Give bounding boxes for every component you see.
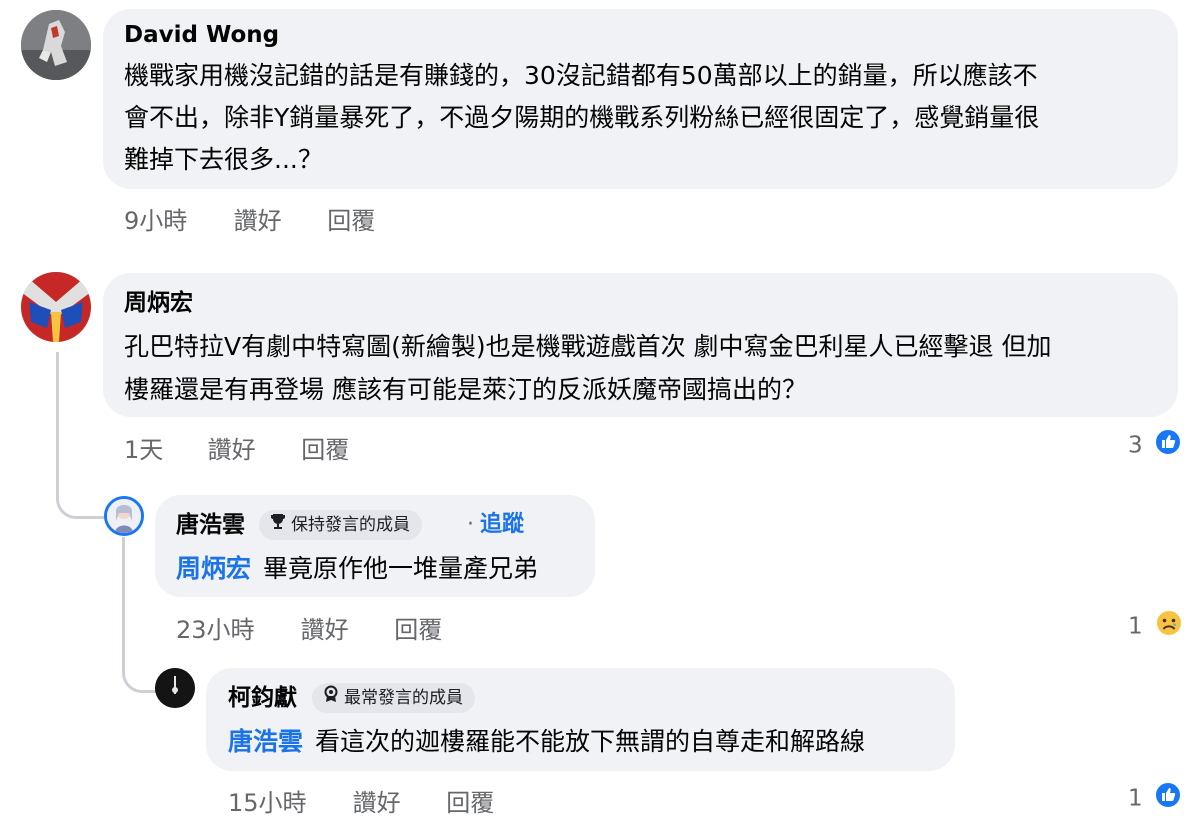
reply-meta: 23小時 讚好 回覆 [176, 615, 442, 645]
reply-author[interactable]: 柯鈞獻 [228, 683, 297, 713]
avatar[interactable] [21, 10, 91, 80]
like-button[interactable]: 讚好 [234, 206, 320, 236]
reply-button[interactable]: 回覆 [394, 615, 442, 645]
reply-button[interactable]: 回覆 [327, 206, 375, 236]
reaction-summary[interactable]: 1 [1128, 781, 1182, 817]
sad-icon [1154, 608, 1184, 646]
mention-link[interactable]: 唐浩雲 [228, 727, 303, 756]
comment-text-line: 樓羅還是有再登場 應該有可能是萊汀的反派妖魔帝國搞出的？ [124, 375, 807, 404]
comment-time[interactable]: 15小時 [228, 788, 345, 818]
separator-dot: · [467, 512, 474, 537]
comment-text-line: 難掉下去很多...？ [124, 145, 323, 174]
reply-text: 唐浩雲 看這次的迦樓羅能不能放下無謂的自尊走和解路線 [228, 727, 866, 756]
thread-line-1 [56, 352, 109, 519]
reaction-summary[interactable]: 3 [1128, 428, 1182, 464]
reaction-count: 1 [1128, 785, 1143, 812]
reply-author[interactable]: 唐浩雲 [176, 510, 245, 540]
member-badge[interactable]: 最常發言的成員 [312, 683, 475, 713]
comment-time[interactable]: 9小時 [124, 206, 226, 236]
reaction-count: 3 [1128, 432, 1143, 459]
like-icon [1153, 428, 1182, 464]
comment-author[interactable]: David Wong [124, 20, 279, 50]
avatar[interactable] [104, 496, 144, 536]
thread-line-2 [122, 537, 157, 693]
like-button[interactable]: 讚好 [208, 435, 294, 465]
like-button[interactable]: 讚好 [353, 788, 439, 818]
comment-author[interactable]: 周炳宏 [124, 288, 193, 318]
member-badge[interactable]: 保持發言的成員 [259, 510, 422, 540]
avatar[interactable] [155, 668, 195, 708]
reply-text: 周炳宏 畢竟原作他一堆量產兄弟 [176, 554, 539, 583]
reaction-summary[interactable]: 1 [1128, 608, 1184, 646]
reply-button[interactable]: 回覆 [301, 435, 349, 465]
like-button[interactable]: 讚好 [301, 615, 387, 645]
comment-meta: 9小時 讚好 回覆 [124, 206, 375, 236]
follow-button[interactable]: · 追蹤 [467, 510, 524, 540]
comment-time[interactable]: 23小時 [176, 615, 293, 645]
reply-button[interactable]: 回覆 [446, 788, 494, 818]
reply-meta: 15小時 讚好 回覆 [228, 788, 494, 818]
like-icon [1153, 781, 1182, 817]
mention-link[interactable]: 周炳宏 [176, 554, 251, 583]
trophy-icon [269, 510, 287, 540]
avatar[interactable] [21, 272, 91, 342]
comment-text-line: 會不出，除非Y銷量暴死了，不過夕陽期的機戰系列粉絲已經很固定了，感覺銷量很 [124, 103, 1040, 132]
medal-icon [322, 683, 340, 713]
reaction-count: 1 [1128, 613, 1143, 640]
comment-meta: 1天 讚好 回覆 [124, 435, 349, 465]
comment-text-line: 孔巴特拉V有劇中特寫圖(新繪製)也是機戰遊戲首次 劇中寫金巴利星人已經擊退 但加 [124, 332, 1052, 361]
comment-text-line: 機戰家用機沒記錯的話是有賺錢的，30沒記錯都有50萬部以上的銷量，所以應該不 [124, 61, 1038, 90]
comment-time[interactable]: 1天 [124, 435, 200, 465]
